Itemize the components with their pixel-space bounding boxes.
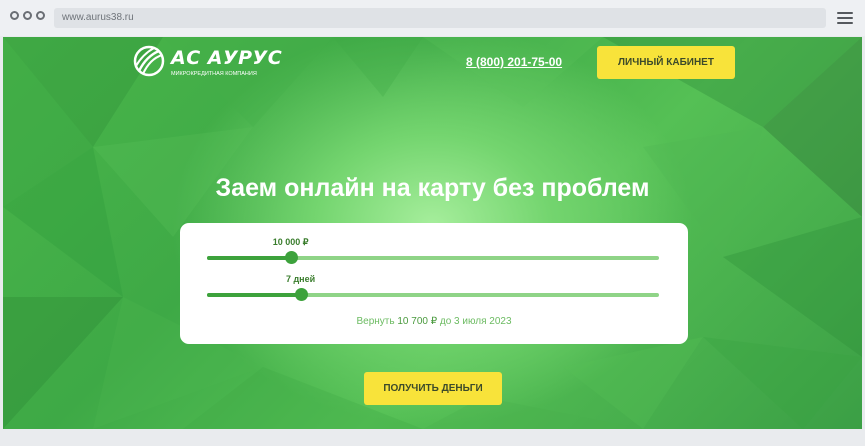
cabinet-button[interactable]: ЛИЧНЫЙ КАБИНЕТ <box>597 46 735 79</box>
term-slider-handle[interactable] <box>294 288 308 301</box>
term-value: 7 дней <box>285 274 316 284</box>
page-title: Заем онлайн на карту без проблем <box>215 174 650 202</box>
term-fill <box>207 293 301 297</box>
page-viewport: АС АУРУС МИКРОКРЕДИТНАЯ КОМПАНИЯ 8 (800)… <box>3 37 862 429</box>
amount-slider-handle[interactable] <box>284 251 298 264</box>
browser-toolbar: www.aurus38.ru <box>0 0 865 36</box>
amount-fill <box>207 256 291 260</box>
logo[interactable]: АС АУРУС МИКРОКРЕДИТНАЯ КОМПАНИЯ <box>133 45 282 81</box>
dot-icon <box>36 11 45 20</box>
amount-slider[interactable]: 10 000 ₽ <box>207 237 659 264</box>
logo-name: АС АУРУС <box>171 47 283 69</box>
logo-subtitle: МИКРОКРЕДИТНАЯ КОМПАНИЯ <box>171 71 257 77</box>
term-slider[interactable]: 7 дней <box>207 274 659 301</box>
phone-link[interactable]: 8 (800) 201-75-00 <box>466 55 562 69</box>
summary-prefix: Вернуть <box>356 316 395 327</box>
amount-value: 10 000 ₽ <box>272 237 309 247</box>
address-bar[interactable]: www.aurus38.ru <box>54 8 826 28</box>
browser-dots-icon <box>10 11 45 20</box>
summary-date: до 3 июля 2023 <box>439 316 512 327</box>
loan-calculator: 10 000 ₽ 7 дней Вернуть 10 700 ₽ до 3 ию… <box>180 223 688 344</box>
logo-globe-icon <box>133 45 165 77</box>
get-money-button[interactable]: ПОЛУЧИТЬ ДЕНЬГИ <box>364 372 502 405</box>
dot-icon <box>10 11 19 20</box>
repayment-summary: Вернуть 10 700 ₽ до 3 июля 2023 <box>180 316 688 327</box>
dot-icon <box>23 11 32 20</box>
summary-amount: 10 700 ₽ <box>397 316 438 327</box>
menu-icon[interactable] <box>837 12 853 24</box>
